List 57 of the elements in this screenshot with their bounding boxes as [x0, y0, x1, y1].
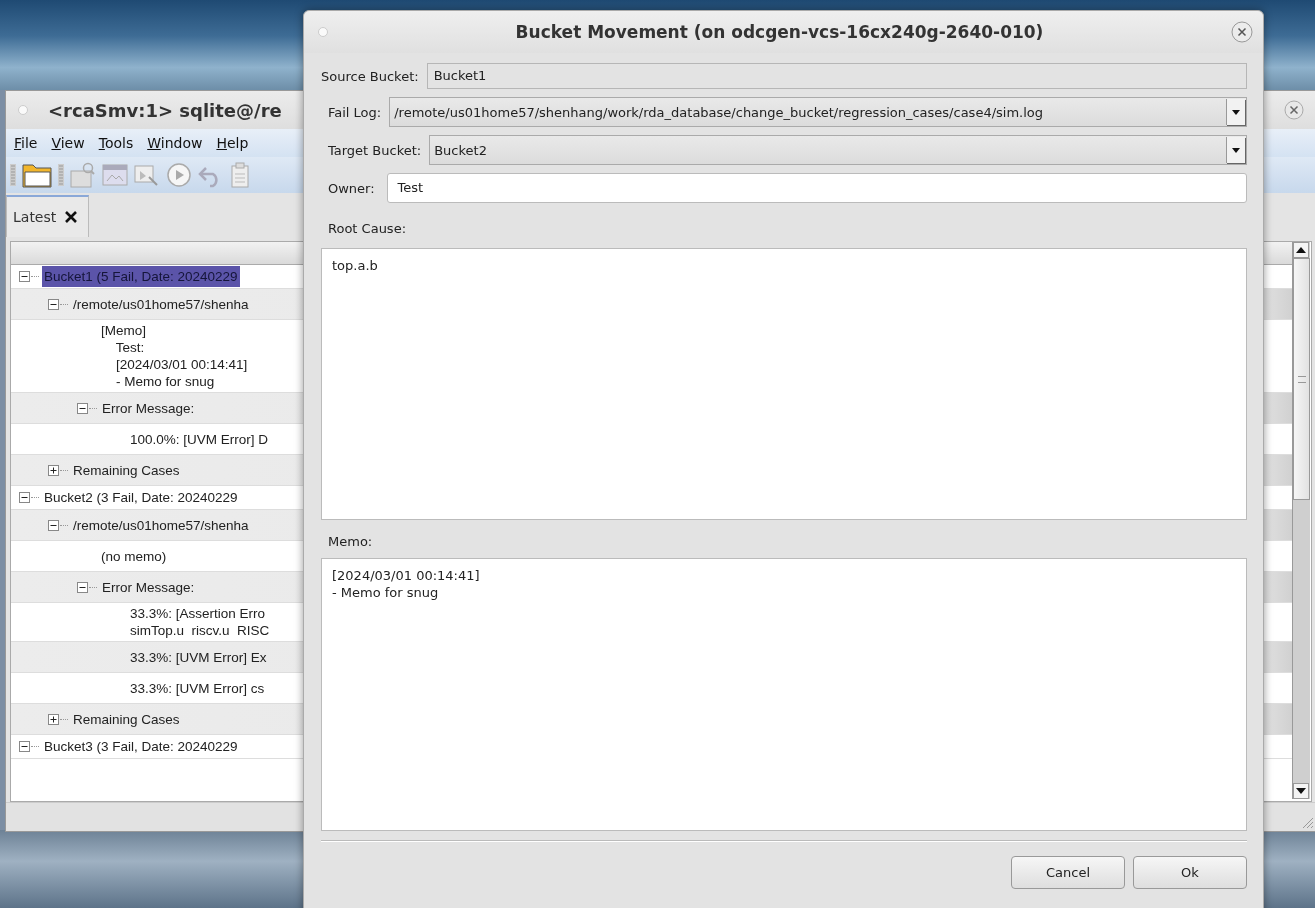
expand-icon[interactable] [48, 464, 59, 476]
collapse-icon[interactable] [77, 581, 88, 593]
scroll-thumb[interactable] [1293, 258, 1310, 500]
collapse-icon[interactable] [77, 402, 88, 414]
tree-item[interactable]: 33.3%: [Assertion Erro simTop.u riscv.u RISC [128, 603, 272, 641]
field-label: Fail Log: [328, 104, 382, 120]
tree-item[interactable]: Error Message: [100, 397, 197, 419]
field-label: Owner: [328, 180, 375, 196]
collapse-icon[interactable] [19, 741, 30, 752]
close-icon[interactable] [64, 210, 79, 224]
folder-icon[interactable] [22, 162, 52, 188]
scroll-up-icon[interactable] [1293, 242, 1309, 258]
tree-item[interactable]: Bucket3 (3 Fail, Date: 20240229 [42, 736, 240, 757]
tree-item[interactable]: Remaining Cases [71, 708, 182, 730]
scroll-down-icon[interactable] [1293, 783, 1309, 799]
close-icon[interactable] [1231, 21, 1253, 43]
source-bucket-field: Bucket1 [426, 63, 1247, 89]
menu-item[interactable]: File [14, 135, 38, 151]
field-label: Source Bucket: [321, 68, 419, 84]
collapse-icon[interactable] [48, 519, 59, 531]
tree-item[interactable]: /remote/us01home57/shenha [71, 514, 251, 536]
tree-item[interactable]: [Memo] Test: [2024/03/01 00:14:41] - Memo for snug [99, 320, 250, 392]
tree-item[interactable]: 33.3%: [UVM Error] cs [128, 677, 267, 699]
memo-field[interactable]: [2024/03/01 00:14:41] - Memo for snug [321, 558, 1247, 831]
clipboard-icon[interactable] [230, 162, 250, 188]
expand-icon[interactable] [48, 713, 59, 725]
tree-item[interactable]: 33.3%: [UVM Error] Ex [128, 646, 269, 668]
window-title: <rcaSmv:1> sqlite@/re [48, 99, 282, 121]
tree-item[interactable]: (no memo) [99, 545, 169, 567]
dialog-button[interactable]: Cancel [1011, 856, 1125, 889]
scrollbar[interactable] [1292, 242, 1310, 799]
menu-item[interactable]: View [51, 135, 85, 151]
target-bucket-dropdown[interactable]: Bucket2 [429, 135, 1247, 165]
field-label: Memo: [328, 534, 374, 551]
collapse-icon[interactable] [48, 298, 59, 310]
tree-item[interactable]: /remote/us01home57/shenha [71, 293, 251, 315]
dialog-title: Bucket Movement (on odcgen-vcs-16cx240g-2640-010) [514, 22, 1045, 42]
menu-item[interactable]: Tools [98, 135, 134, 151]
menu-item[interactable]: Help [216, 135, 249, 151]
tab[interactable]: Latest [6, 195, 90, 237]
menu-item[interactable]: Window [147, 135, 203, 151]
tab-label: Latest [13, 209, 57, 225]
field-label: Root Cause: [328, 221, 408, 238]
dialog-button[interactable]: Ok [1133, 856, 1247, 889]
tree-item[interactable]: Error Message: [100, 576, 197, 598]
tree-item[interactable]: 100.0%: [UVM Error] D [128, 428, 271, 450]
root-cause-field[interactable]: top.a.b [321, 248, 1247, 520]
tree-item[interactable]: Remaining Cases [71, 459, 182, 481]
grip-icon [58, 163, 64, 187]
field-label: Target Bucket: [328, 142, 422, 158]
tree-item[interactable]: Bucket2 (3 Fail, Date: 20240229 [42, 487, 240, 508]
resize-grip-icon[interactable] [1300, 815, 1314, 829]
collapse-icon[interactable] [19, 492, 30, 503]
fail-log-dropdown[interactable]: /remote/us01home57/shenhang/work/rda_database/change_bucket/regression_cases/case4/sim.log [389, 97, 1247, 127]
collapse-icon[interactable] [19, 271, 30, 282]
grip-icon [10, 163, 16, 187]
owner-field[interactable]: Test [386, 173, 1247, 203]
